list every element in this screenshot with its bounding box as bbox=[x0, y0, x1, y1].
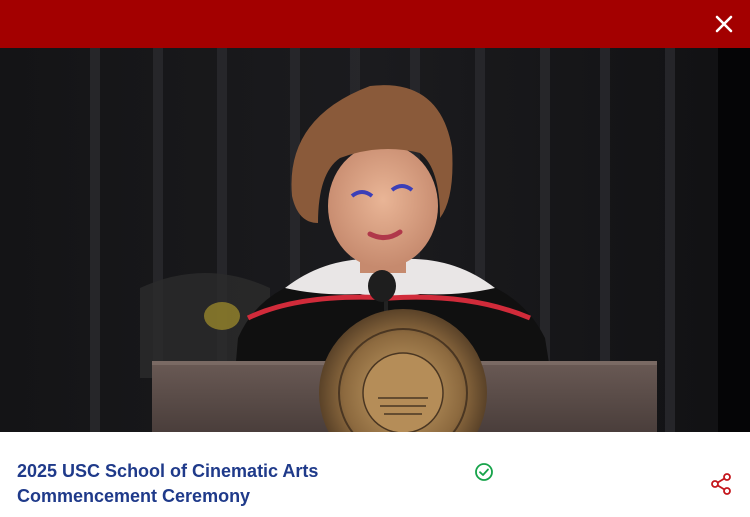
video-title-line2: Commencement Ceremony bbox=[17, 486, 251, 506]
check-circle-icon bbox=[475, 463, 493, 481]
modal-header bbox=[0, 0, 750, 48]
video-title: 2025 USC School of Cinematic Arts Commen… bbox=[17, 459, 417, 509]
video-modal: 2025 USC School of Cinematic Arts Commen… bbox=[0, 0, 750, 517]
share-icon[interactable] bbox=[709, 472, 733, 496]
close-icon[interactable] bbox=[712, 12, 736, 36]
video-player[interactable] bbox=[0, 48, 750, 432]
video-info: 2025 USC School of Cinematic Arts Commen… bbox=[0, 432, 750, 517]
video-title-line1: 2025 USC School of Cinematic Arts bbox=[17, 461, 319, 481]
video-frame bbox=[0, 48, 750, 432]
